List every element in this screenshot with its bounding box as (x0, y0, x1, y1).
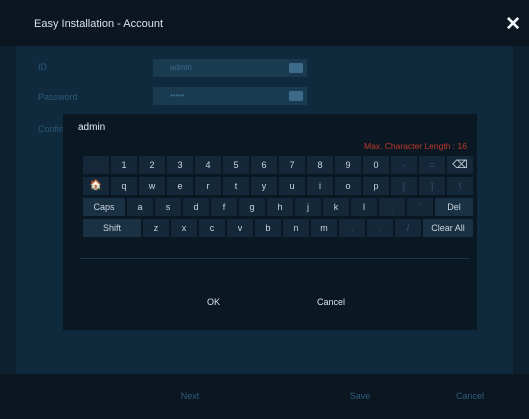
key-c[interactable]: c (199, 219, 225, 237)
key-i[interactable]: i (307, 177, 333, 195)
backspace-icon[interactable]: ⌫ (447, 156, 473, 174)
key-w[interactable]: w (139, 177, 165, 195)
key-r[interactable]: r (195, 177, 221, 195)
title-bar: Easy Installation - Account ✕ (0, 0, 529, 46)
window-title: Easy Installation - Account (34, 18, 164, 30)
clear-all-key[interactable]: Clear All (423, 219, 473, 237)
key-s[interactable]: s (155, 198, 181, 216)
key-4[interactable]: 4 (195, 156, 221, 174)
id-field[interactable]: admin (153, 59, 307, 77)
key-7[interactable]: 7 (279, 156, 305, 174)
key-quote[interactable]: ' (407, 198, 433, 216)
max-length-note: Max. Character Length : 16 (363, 141, 467, 151)
key-x[interactable]: x (171, 219, 197, 237)
password-value: ••••• (170, 91, 185, 100)
key-1[interactable]: 1 (111, 156, 137, 174)
key-y[interactable]: y (251, 177, 277, 195)
key-close-bracket[interactable]: ] (419, 177, 445, 195)
home-icon[interactable]: 🏠 (83, 177, 109, 195)
key-b[interactable]: b (255, 219, 281, 237)
key-comma[interactable]: , (339, 219, 365, 237)
key-p[interactable]: p (363, 177, 389, 195)
key-9[interactable]: 9 (335, 156, 361, 174)
id-value: admin (170, 63, 192, 72)
key-semicolon[interactable]: ; (379, 198, 405, 216)
key-d[interactable]: d (183, 198, 209, 216)
key-g[interactable]: g (239, 198, 265, 216)
key-backtick[interactable]: ` (83, 156, 109, 174)
key-backslash[interactable]: \ (447, 177, 473, 195)
key-t[interactable]: t (223, 177, 249, 195)
key-0[interactable]: 0 (363, 156, 389, 174)
footer-bar: Next Save Cancel (0, 374, 529, 419)
cancel-keyboard-button[interactable]: Cancel (317, 297, 345, 307)
key-2[interactable]: 2 (139, 156, 165, 174)
key-z[interactable]: z (143, 219, 169, 237)
keyboard-icon[interactable] (289, 91, 303, 101)
key-8[interactable]: 8 (307, 156, 333, 174)
key-m[interactable]: m (311, 219, 337, 237)
ok-button[interactable]: OK (207, 297, 220, 307)
key-o[interactable]: o (335, 177, 361, 195)
cancel-button[interactable]: Cancel (420, 374, 520, 419)
key-u[interactable]: u (279, 177, 305, 195)
key-slash[interactable]: / (395, 219, 421, 237)
key-period[interactable]: . (367, 219, 393, 237)
key-5[interactable]: 5 (223, 156, 249, 174)
keyboard-divider (80, 258, 470, 259)
key-k[interactable]: k (323, 198, 349, 216)
delete-key[interactable]: Del (435, 198, 473, 216)
password-label: Password (38, 92, 78, 102)
key-n[interactable]: n (283, 219, 309, 237)
close-icon[interactable]: ✕ (505, 13, 521, 36)
key-minus[interactable]: - (391, 156, 417, 174)
key-6[interactable]: 6 (251, 156, 277, 174)
key-v[interactable]: v (227, 219, 253, 237)
key-3[interactable]: 3 (167, 156, 193, 174)
caps-key[interactable]: Caps (83, 198, 125, 216)
keyboard-icon[interactable] (289, 63, 303, 73)
id-label: ID (38, 62, 47, 72)
key-e[interactable]: e (167, 177, 193, 195)
key-q[interactable]: q (111, 177, 137, 195)
next-button[interactable]: Next (140, 374, 240, 419)
key-h[interactable]: h (267, 198, 293, 216)
key-j[interactable]: j (295, 198, 321, 216)
keyboard-input[interactable]: admin (78, 122, 469, 137)
key-l[interactable]: l (351, 198, 377, 216)
virtual-keyboard: admin Max. Character Length : 16 ` 1 2 3… (63, 114, 477, 330)
key-open-bracket[interactable]: [ (391, 177, 417, 195)
save-button[interactable]: Save (310, 374, 410, 419)
shift-key[interactable]: Shift (83, 219, 141, 237)
key-a[interactable]: a (127, 198, 153, 216)
password-field[interactable]: ••••• (153, 87, 307, 105)
key-f[interactable]: f (211, 198, 237, 216)
key-equals[interactable]: = (419, 156, 445, 174)
